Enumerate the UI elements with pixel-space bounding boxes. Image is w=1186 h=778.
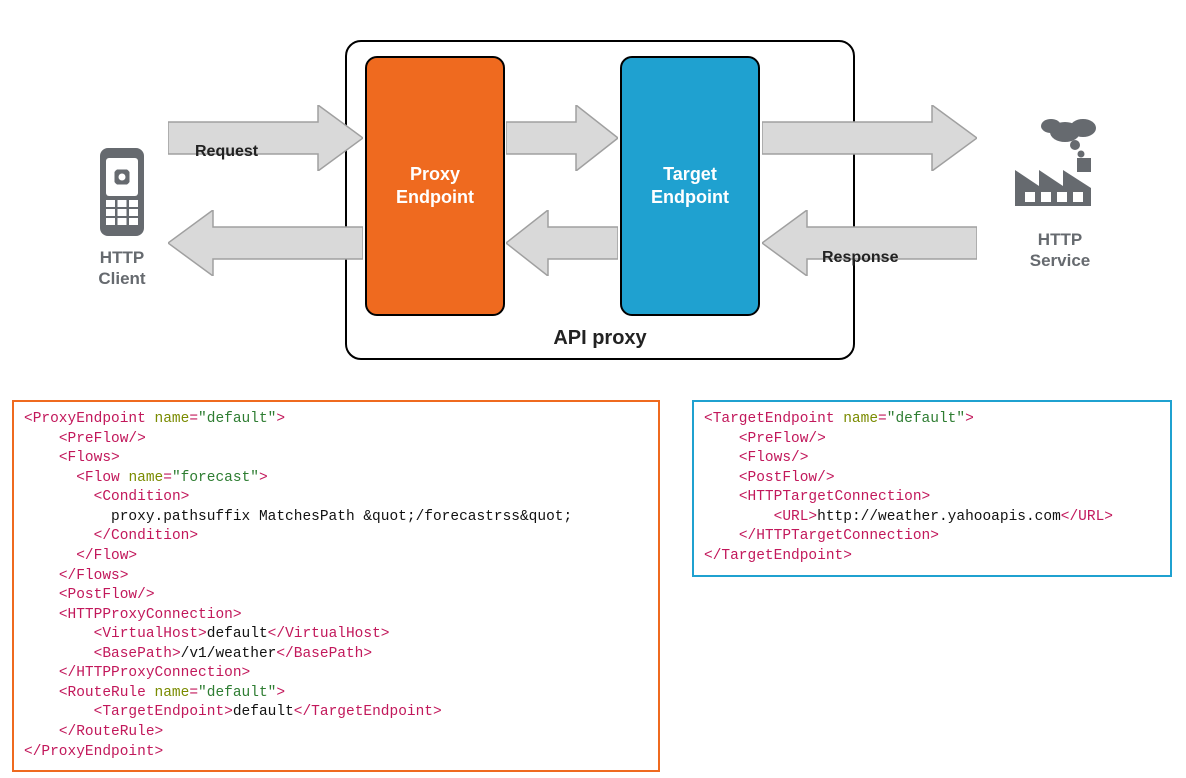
proxy-endpoint-code: <ProxyEndpoint name="default"> <PreFlow/… (12, 400, 660, 772)
target-endpoint-code: <TargetEndpoint name="default"> <PreFlow… (692, 400, 1172, 577)
api-proxy-title: API proxy (347, 327, 853, 350)
arrow-proxy-to-target (506, 105, 618, 171)
arrow-target-to-proxy (506, 210, 618, 276)
phone-icon (92, 148, 152, 236)
factory-icon (1005, 110, 1115, 220)
target-endpoint-box: Target Endpoint (620, 56, 760, 316)
arrow-proxy-to-client (168, 210, 363, 276)
http-service: HTTP Service (1000, 110, 1120, 272)
http-client-label: HTTP Client (84, 247, 160, 290)
arrow-target-to-service (762, 105, 977, 171)
arrow-client-to-proxy (168, 105, 363, 171)
target-endpoint-label: Target Endpoint (651, 163, 729, 210)
proxy-endpoint-label: Proxy Endpoint (396, 163, 474, 210)
http-client: HTTP Client (84, 148, 160, 290)
response-label: Response (822, 249, 898, 267)
request-label: Request (195, 143, 258, 161)
http-service-label: HTTP Service (1000, 229, 1120, 272)
api-proxy-diagram: HTTP Client HTTP Service A (0, 0, 1186, 380)
proxy-endpoint-box: Proxy Endpoint (365, 56, 505, 316)
